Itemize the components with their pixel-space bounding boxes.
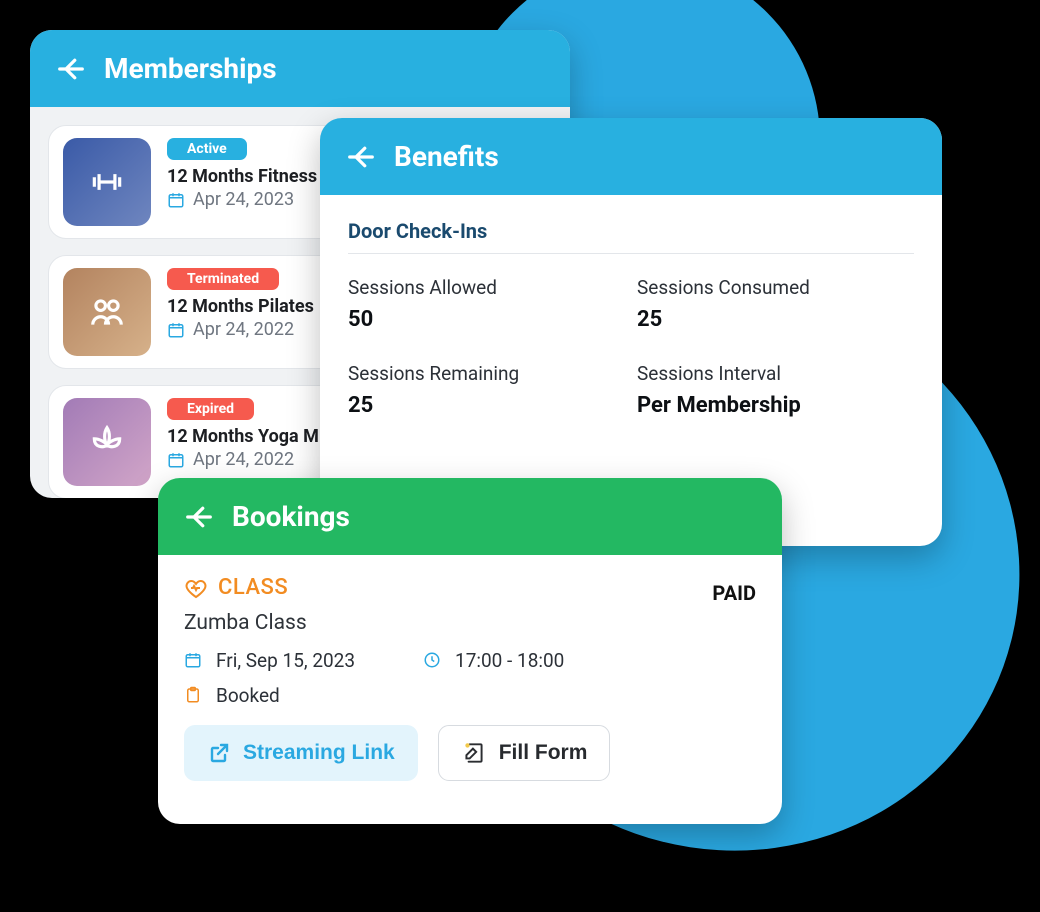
lotus-icon [88, 423, 126, 461]
benefits-title: Benefits [394, 140, 499, 173]
bookings-title: Bookings [232, 500, 350, 533]
clipboard-icon [184, 686, 202, 704]
benefits-header: Benefits [320, 118, 942, 195]
benefit-cell: Sessions Consumed 25 [637, 276, 914, 332]
membership-date: Apr 24, 2023 [193, 189, 294, 210]
bookings-panel: Bookings CLASS PAID Zumba Class Fri, Sep… [158, 478, 782, 824]
booking-date: Fri, Sep 15, 2023 [216, 649, 355, 672]
benefits-body: Door Check-Ins Sessions Allowed 50 Sessi… [320, 195, 942, 442]
class-tag-text: CLASS [218, 575, 288, 600]
external-link-icon [207, 741, 231, 765]
membership-thumb [63, 138, 151, 226]
heart-rate-icon [184, 576, 208, 600]
dumbbell-icon [88, 163, 126, 201]
memberships-title: Memberships [104, 52, 277, 85]
benefit-cell: Sessions Remaining 25 [348, 362, 625, 418]
sessions-consumed-value: 25 [637, 307, 914, 332]
membership-info: Terminated 12 Months Pilates Apr 24, 202… [167, 268, 314, 340]
sessions-remaining-label: Sessions Remaining [348, 362, 625, 385]
calendar-icon [167, 321, 185, 339]
calendar-icon [184, 651, 202, 669]
sessions-remaining-value: 25 [348, 393, 625, 418]
membership-name: 12 Months Fitness [167, 166, 317, 187]
fill-form-button[interactable]: Fill Form [438, 725, 611, 781]
back-icon[interactable] [56, 54, 86, 84]
class-name: Zumba Class [184, 611, 756, 635]
booking-time: 17:00 - 18:00 [455, 649, 564, 672]
benefit-cell: Sessions Interval Per Membership [637, 362, 914, 418]
paid-label: PAID [712, 581, 756, 605]
benefit-cell: Sessions Allowed 50 [348, 276, 625, 332]
clock-icon [423, 651, 441, 669]
membership-name: 12 Months Pilates [167, 296, 314, 317]
back-icon[interactable] [346, 142, 376, 172]
bookings-header: Bookings [158, 478, 782, 555]
sessions-allowed-value: 50 [348, 307, 625, 332]
calendar-icon [167, 191, 185, 209]
membership-info: Expired 12 Months Yoga M Apr 24, 2022 [167, 398, 319, 470]
memberships-header: Memberships [30, 30, 570, 107]
class-tag: CLASS [184, 575, 288, 600]
form-pencil-icon [461, 740, 487, 766]
booking-status: Booked [216, 684, 280, 707]
membership-thumb [63, 398, 151, 486]
membership-name: 12 Months Yoga M [167, 426, 319, 447]
status-badge: Active [167, 138, 247, 160]
membership-thumb [63, 268, 151, 356]
sessions-interval-value: Per Membership [637, 393, 914, 418]
membership-info: Active 12 Months Fitness Apr 24, 2023 [167, 138, 317, 210]
membership-date: Apr 24, 2022 [193, 319, 294, 340]
sessions-allowed-label: Sessions Allowed [348, 276, 625, 299]
calendar-icon [167, 451, 185, 469]
back-icon[interactable] [184, 502, 214, 532]
streaming-link-label: Streaming Link [243, 741, 395, 765]
sessions-consumed-label: Sessions Consumed [637, 276, 914, 299]
streaming-link-button[interactable]: Streaming Link [184, 725, 418, 781]
sessions-interval-label: Sessions Interval [637, 362, 914, 385]
membership-date: Apr 24, 2022 [193, 449, 294, 470]
benefits-section: Door Check-Ins [348, 219, 914, 254]
fill-form-label: Fill Form [499, 741, 588, 765]
people-icon [88, 293, 126, 331]
status-badge: Expired [167, 398, 254, 420]
bookings-body: CLASS PAID Zumba Class Fri, Sep 15, 2023… [158, 555, 782, 801]
status-badge: Terminated [167, 268, 279, 290]
